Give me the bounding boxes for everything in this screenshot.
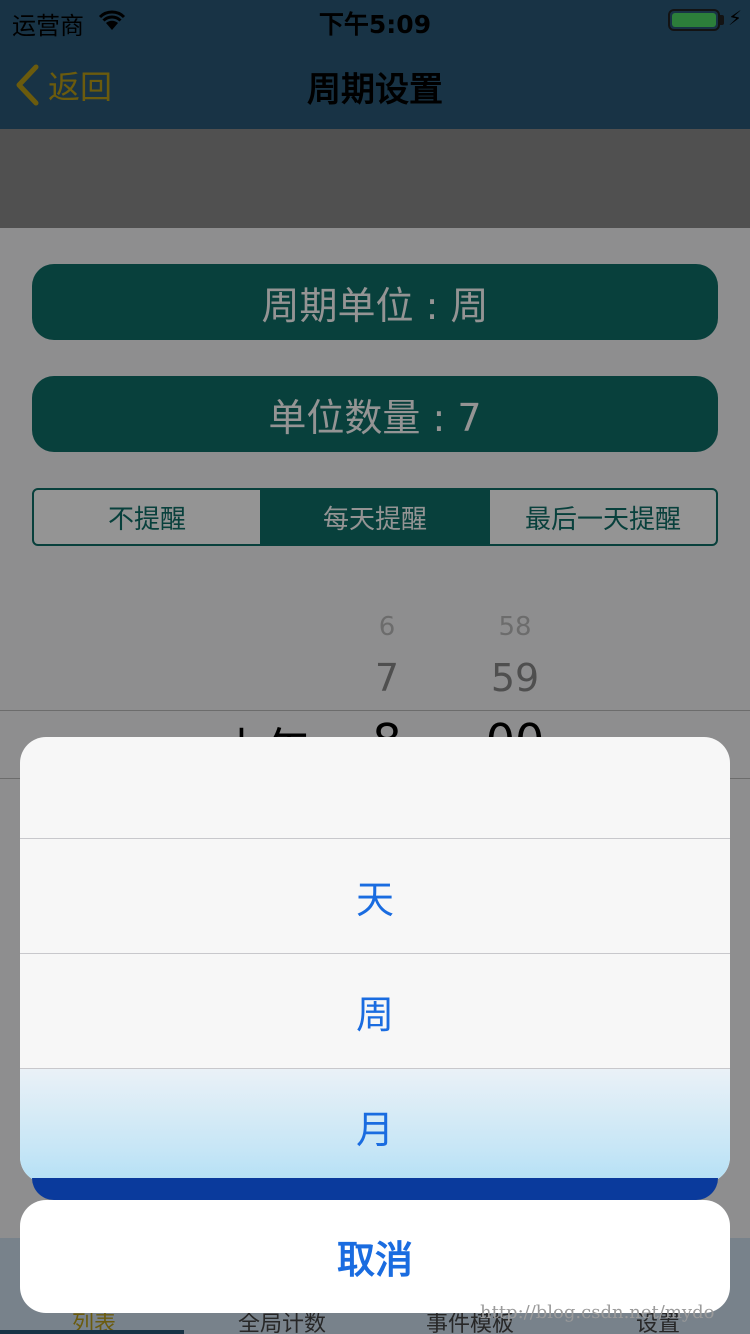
option-day[interactable]: 天 [20,839,730,954]
action-sheet-header [20,737,730,839]
option-month[interactable]: 月 [20,1069,730,1183]
underlying-button-edge [32,1178,718,1200]
action-sheet: 天 周 月 [20,737,730,1183]
cancel-button[interactable]: 取消 [20,1200,730,1313]
option-week[interactable]: 周 [20,954,730,1069]
watermark: http://blog.csdn.net/mydo [480,1302,715,1323]
